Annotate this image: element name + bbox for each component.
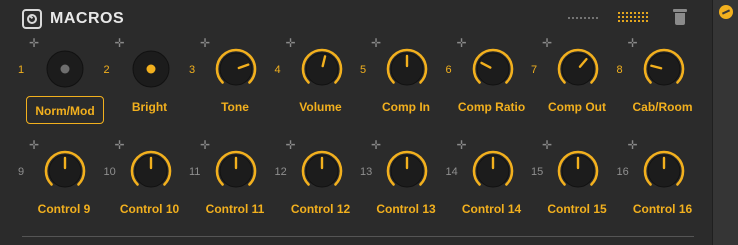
macro-number: 6 xyxy=(445,64,452,76)
macro-label: Control 11 xyxy=(205,202,265,216)
macro-number: 2 xyxy=(103,64,110,76)
macro-label: Control 9 xyxy=(37,202,91,216)
macro-label: Norm/Mod xyxy=(26,96,104,124)
macro-label: Cab/Room xyxy=(632,100,693,114)
macro-label: Comp Ratio xyxy=(457,100,526,114)
macro-11[interactable]: 11 ✛ Control 11 xyxy=(189,139,277,242)
macro-14[interactable]: 14 ✛ Control 14 xyxy=(446,139,534,242)
rotary-knob[interactable] xyxy=(553,44,603,94)
macro-number: 9 xyxy=(18,166,25,178)
knob-body xyxy=(647,52,680,86)
macro-label: Comp In xyxy=(382,100,430,114)
macro-3[interactable]: 3 ✛ Tone xyxy=(189,37,277,140)
macro-label: Comp Out xyxy=(548,100,606,114)
macro-6[interactable]: 6 ✛ Comp Ratio xyxy=(446,37,534,140)
macro-label: Control 16 xyxy=(632,202,693,216)
macro-label: Control 13 xyxy=(376,202,436,216)
toggle-knob[interactable] xyxy=(40,44,90,94)
macro-number: 15 xyxy=(531,166,544,178)
sidebar xyxy=(712,0,738,245)
macro-9[interactable]: 9 ✛ Control 9 xyxy=(18,139,106,242)
rotary-knob[interactable] xyxy=(553,146,603,196)
rotary-knob[interactable] xyxy=(468,146,518,196)
trash-lid xyxy=(673,9,687,12)
knob-body xyxy=(305,52,338,86)
macro-4[interactable]: 4 ✛ Volume xyxy=(275,37,363,140)
macro-label: Control 14 xyxy=(461,202,522,216)
rotary-knob[interactable] xyxy=(639,44,689,94)
rotary-knob[interactable] xyxy=(468,44,518,94)
macro-13[interactable]: 13 ✛ Control 13 xyxy=(360,139,448,242)
macro-number: 12 xyxy=(274,166,287,178)
rotary-knob[interactable] xyxy=(40,146,90,196)
macro-12[interactable]: 12 ✛ Control 12 xyxy=(275,139,363,242)
toggle-knob[interactable] xyxy=(126,44,176,94)
macro-number: 3 xyxy=(189,64,196,76)
macro-number: 7 xyxy=(531,64,538,76)
macro-label: Volume xyxy=(299,100,342,114)
rotary-knob[interactable] xyxy=(382,44,432,94)
divider xyxy=(22,236,694,237)
rotary-knob[interactable] xyxy=(297,44,347,94)
layout-full-dots-grid-icon[interactable] xyxy=(617,11,649,23)
knob-body xyxy=(219,52,253,86)
macro-label: Tone xyxy=(221,100,249,114)
rotary-knob[interactable] xyxy=(297,146,347,196)
macro-2[interactable]: 2 ✛ Bright xyxy=(104,37,192,140)
macro-number: 8 xyxy=(616,64,623,76)
macro-sidebar-icon[interactable] xyxy=(719,5,733,19)
macro-number: 1 xyxy=(18,64,25,76)
rotary-knob[interactable] xyxy=(211,146,261,196)
macro-label: Control 10 xyxy=(119,202,180,216)
trash-body xyxy=(675,13,685,25)
toggle-indicator xyxy=(146,64,155,74)
macro-number: 14 xyxy=(445,166,458,178)
macro-10[interactable]: 10 ✛ Control 10 xyxy=(104,139,192,242)
macro-5[interactable]: 5 ✛ Comp In xyxy=(360,37,448,140)
macro-8[interactable]: 8 ✛ Cab/Room xyxy=(617,37,705,140)
macro-7[interactable]: 7 ✛ Comp Out xyxy=(531,37,619,140)
knob-body xyxy=(476,52,509,86)
macro-16[interactable]: 16 ✛ Control 16 xyxy=(617,139,705,242)
rotary-knob[interactable] xyxy=(211,44,261,94)
trash-icon[interactable] xyxy=(673,9,687,25)
macro-label: Control 15 xyxy=(547,202,607,216)
layout-compact-dots-grid-icon[interactable] xyxy=(567,16,599,20)
knob-body xyxy=(561,52,595,86)
macro-number: 13 xyxy=(360,166,373,178)
macro-number: 11 xyxy=(189,166,201,178)
toggle-indicator xyxy=(60,64,70,74)
macro-number: 5 xyxy=(360,64,367,76)
macro-number: 4 xyxy=(274,64,281,76)
macro-number: 16 xyxy=(616,166,629,178)
panel-title: MACROS xyxy=(50,10,125,27)
macro-number: 10 xyxy=(103,166,116,178)
rotary-knob[interactable] xyxy=(126,146,176,196)
macros-panel: MACROS 1 ✛ Norm/Mod 2 ✛ Bright 3 ✛ Tone 4 ✛ Volume 5… xyxy=(0,0,712,245)
rotary-knob[interactable] xyxy=(382,146,432,196)
macro-label: Control 12 xyxy=(290,202,351,216)
rotary-knob[interactable] xyxy=(639,146,689,196)
macro-knob-icon xyxy=(22,9,42,29)
macro-15[interactable]: 15 ✛ Control 15 xyxy=(531,139,619,242)
macro-1[interactable]: 1 ✛ Norm/Mod xyxy=(18,37,106,140)
macro-label: Bright xyxy=(131,100,168,114)
